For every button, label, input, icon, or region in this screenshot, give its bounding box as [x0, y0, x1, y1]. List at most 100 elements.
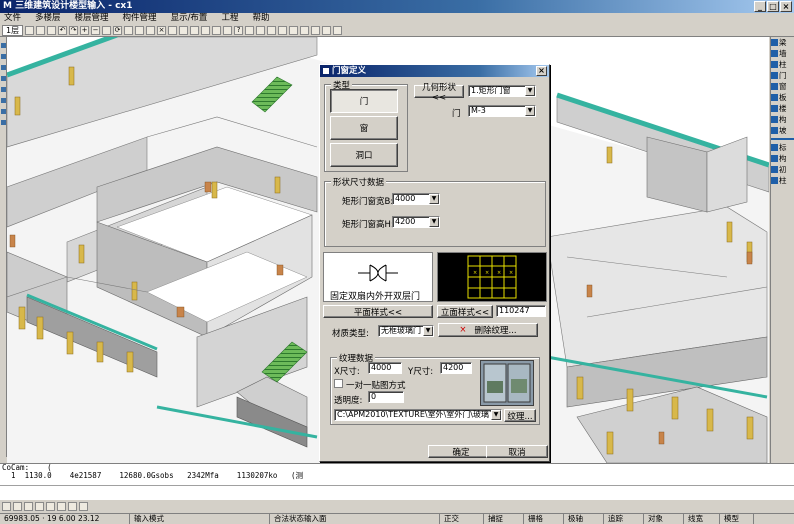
delete-icon[interactable]: × — [157, 25, 167, 35]
open-icon[interactable] — [36, 25, 46, 35]
save-icon[interactable] — [47, 25, 57, 35]
copy-icon[interactable] — [146, 25, 156, 35]
ortho-icon[interactable] — [24, 502, 33, 511]
status-toggle-lineweight[interactable]: 线宽 — [684, 514, 720, 524]
panel-item-component[interactable]: 构 — [771, 114, 794, 125]
height-select[interactable]: 4200 ▼ — [392, 216, 440, 228]
tool-icon[interactable] — [1, 98, 6, 103]
menu-item-display[interactable]: 显示/布置 — [171, 13, 208, 24]
tool-icon[interactable] — [1, 120, 6, 125]
help-icon[interactable]: ? — [234, 25, 244, 35]
dialog-close-button[interactable]: × — [536, 66, 547, 76]
osnap-icon[interactable] — [13, 502, 22, 511]
x-size-field[interactable]: 4000 — [368, 362, 402, 374]
tool-icon[interactable] — [1, 109, 6, 114]
menu-item-help[interactable]: 帮助 — [252, 13, 269, 24]
material-type-select[interactable]: 无框玻璃门 ▼ — [378, 325, 434, 337]
cancel-button[interactable]: 取消 — [486, 445, 548, 458]
rotate-icon[interactable]: ⟳ — [113, 25, 123, 35]
panel-item-column[interactable]: 柱 — [771, 59, 794, 70]
panel-item-init[interactable]: 初 — [771, 164, 794, 175]
print-icon[interactable] — [223, 25, 233, 35]
camera-icon[interactable] — [311, 25, 321, 35]
command-input[interactable] — [0, 485, 794, 499]
tool-icon[interactable] — [1, 65, 6, 70]
render-icon[interactable] — [212, 25, 222, 35]
panel-item-structure[interactable]: 构 — [771, 153, 794, 164]
texture-browse-button[interactable]: 纹理... — [504, 409, 536, 422]
panel-item-door[interactable]: 门 — [771, 70, 794, 81]
menu-item-project[interactable]: 工程 — [221, 13, 238, 24]
zoom-in-icon[interactable]: + — [80, 25, 90, 35]
maximize-button[interactable]: □ — [767, 1, 779, 12]
grid-icon[interactable] — [190, 25, 200, 35]
status-toggle-snap[interactable]: 捕捉 — [484, 514, 524, 524]
grid-toggle-icon[interactable] — [46, 502, 55, 511]
layer-icon[interactable] — [201, 25, 211, 35]
zoom-out-icon[interactable]: − — [91, 25, 101, 35]
menu-item-floor[interactable]: 楼层管理 — [75, 13, 109, 24]
geometry-shape-button[interactable]: 几何形状<< — [414, 83, 464, 103]
layer-toggle-icon[interactable] — [57, 502, 66, 511]
panel-item-window[interactable]: 窗 — [771, 81, 794, 92]
select-icon[interactable] — [124, 25, 134, 35]
redo-icon[interactable]: ↷ — [69, 25, 79, 35]
status-toggle-ortho[interactable]: 正交 — [440, 514, 484, 524]
tool-icon[interactable] — [1, 87, 6, 92]
light-icon[interactable] — [300, 25, 310, 35]
menu-item-multifloor[interactable]: 多楼层 — [35, 13, 61, 24]
category-window-button[interactable]: 窗 — [330, 116, 398, 140]
panel-item-stair[interactable]: 楼 — [771, 103, 794, 114]
close-window-button[interactable]: × — [780, 1, 792, 12]
status-toggle-polar[interactable]: 极轴 — [564, 514, 604, 524]
minimize-button[interactable]: _ — [754, 1, 766, 12]
pen-icon[interactable] — [68, 502, 77, 511]
view-front-icon[interactable] — [256, 25, 266, 35]
view-top-icon[interactable] — [245, 25, 255, 35]
mirror-icon[interactable] — [168, 25, 178, 35]
category-opening-button[interactable]: 洞口 — [330, 143, 398, 167]
y-size-field[interactable]: 4200 — [440, 362, 472, 374]
panel-item-col2[interactable]: 柱 — [771, 175, 794, 186]
elevation-code-field[interactable]: 110247 — [496, 305, 546, 317]
panel-item-slab[interactable]: 板 — [771, 92, 794, 103]
measure-icon[interactable] — [179, 25, 189, 35]
floor-label[interactable]: 1层 — [2, 24, 24, 36]
new-icon[interactable] — [25, 25, 35, 35]
panel-item-mark[interactable]: 标 — [771, 142, 794, 153]
polar-icon[interactable] — [35, 502, 44, 511]
delete-texture-button[interactable]: × 删除纹理... — [438, 323, 538, 337]
shade-icon[interactable] — [278, 25, 288, 35]
tool-icon[interactable] — [1, 54, 6, 59]
menu-item-file[interactable]: 文件 — [4, 13, 21, 24]
width-select[interactable]: 4000 ▼ — [392, 193, 440, 205]
plan-style-button[interactable]: 平面样式<< — [323, 305, 433, 318]
ok-button[interactable]: 确定 — [428, 445, 494, 458]
status-toggle-object[interactable]: 对象 — [644, 514, 684, 524]
status-toggle-grid[interactable]: 栅格 — [524, 514, 564, 524]
move-icon[interactable] — [135, 25, 145, 35]
panel-item-beam[interactable]: 梁 — [771, 37, 794, 48]
axis-icon[interactable] — [2, 502, 11, 511]
walk-icon[interactable] — [322, 25, 332, 35]
pan-icon[interactable] — [102, 25, 112, 35]
door-code-select[interactable]: M-3 ▼ — [468, 105, 536, 117]
one-to-one-checkbox[interactable] — [334, 379, 343, 388]
undo-icon[interactable]: ↶ — [58, 25, 68, 35]
geometry-shape-select[interactable]: 1.矩形门窗 ▼ — [468, 85, 536, 97]
tool-icon[interactable] — [1, 43, 6, 48]
transparency-field[interactable]: 0 — [368, 391, 404, 403]
panel-item-slope[interactable]: 坡 — [771, 125, 794, 136]
view-icon[interactable] — [79, 502, 88, 511]
status-toggle-track[interactable]: 追踪 — [604, 514, 644, 524]
category-door-button[interactable]: 门 — [330, 89, 398, 113]
menu-item-component[interactable]: 构件管理 — [123, 13, 157, 24]
elevation-style-button[interactable]: 立面样式<< — [437, 305, 493, 318]
texture-path-select[interactable]: C:\APM2010\TEXTURE\室外\室外门\玻璃下框 ▼ — [334, 409, 502, 421]
wire-icon[interactable] — [289, 25, 299, 35]
panel-item-wall[interactable]: 墙 — [771, 48, 794, 59]
status-toggle-model[interactable]: 模型 — [720, 514, 754, 524]
settings-icon[interactable] — [333, 25, 343, 35]
view-iso-icon[interactable] — [267, 25, 277, 35]
tool-icon[interactable] — [1, 76, 6, 81]
